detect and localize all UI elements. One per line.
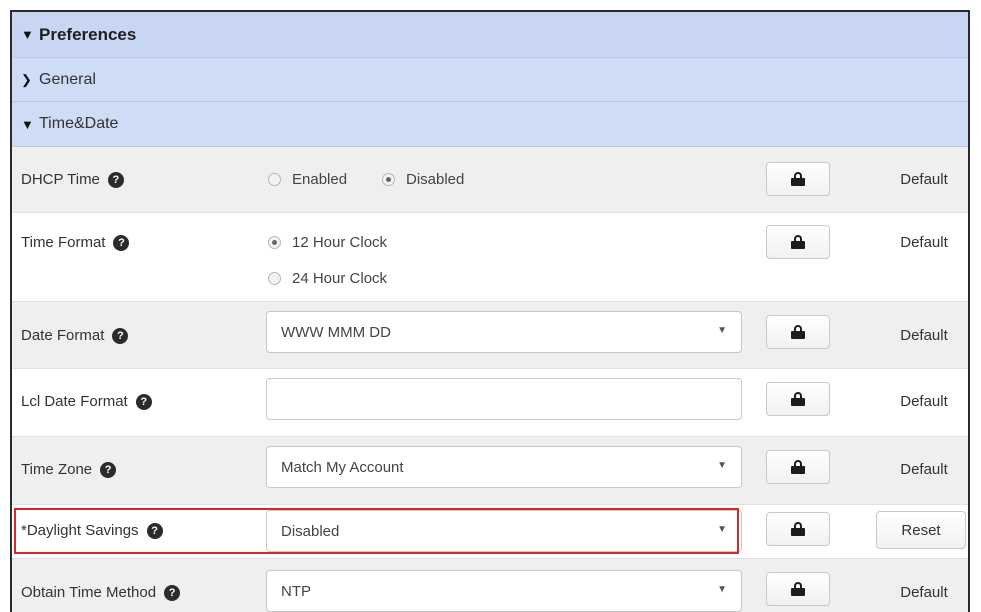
daylight-savings-label: *Daylight Savings ? <box>21 522 163 539</box>
dropdown-arrow-icon: ▼ <box>717 325 727 336</box>
help-icon[interactable]: ? <box>112 327 129 344</box>
help-icon[interactable]: ? <box>107 171 124 188</box>
time-format-row: Time Format ? 12 Hour Clock 24 Hour Cloc… <box>12 213 968 302</box>
time-format-default: Default <box>900 234 948 251</box>
daylight-savings-select[interactable]: Disabled ▼ <box>266 510 742 552</box>
lock-icon <box>791 522 805 536</box>
chevron-down-icon: ▼ <box>21 27 34 42</box>
lcl-date-format-label: Lcl Date Format ? <box>21 393 152 410</box>
help-icon[interactable]: ? <box>146 522 163 539</box>
time-format-24h-radio[interactable]: 24 Hour Clock <box>268 270 387 287</box>
lcl-date-format-lock-button[interactable] <box>766 382 830 416</box>
time-zone-select[interactable]: Match My Account ▼ <box>266 446 742 488</box>
help-icon[interactable]: ? <box>113 234 130 251</box>
lcl-date-format-input[interactable] <box>266 378 742 420</box>
dhcp-time-default: Default <box>900 171 948 188</box>
dropdown-arrow-icon: ▼ <box>717 460 727 471</box>
date-format-lock-button[interactable] <box>766 315 830 349</box>
date-format-row: Date Format ? WWW MMM DD ▼ Default <box>12 302 968 369</box>
time-format-lock-button[interactable] <box>766 225 830 259</box>
dhcp-enabled-radio[interactable]: Enabled <box>268 171 347 188</box>
lcl-date-format-row: Lcl Date Format ? Default <box>12 369 968 437</box>
chevron-down-icon: ▼ <box>21 116 34 132</box>
radio-icon <box>268 272 281 285</box>
preferences-panel: ▼ Preferences ❯ General ▼ Time&Date DHCP… <box>10 10 970 612</box>
preferences-title: Preferences <box>39 24 137 44</box>
dhcp-time-row: DHCP Time ? Enabled Disabled Default <box>12 147 968 213</box>
dhcp-disabled-radio[interactable]: Disabled <box>382 171 464 188</box>
lock-icon <box>791 460 805 474</box>
date-format-label: Date Format ? <box>21 327 129 344</box>
lock-icon <box>791 582 805 596</box>
dhcp-time-label: DHCP Time ? <box>21 171 124 188</box>
help-icon[interactable]: ? <box>135 393 152 410</box>
date-format-select[interactable]: WWW MMM DD ▼ <box>266 311 742 353</box>
preferences-header[interactable]: ▼ Preferences <box>12 12 968 58</box>
radio-icon <box>268 173 281 186</box>
obtain-time-method-label: Obtain Time Method ? <box>21 584 181 601</box>
time-zone-row: Time Zone ? Match My Account ▼ Default <box>12 437 968 505</box>
time-format-12h-radio[interactable]: 12 Hour Clock <box>268 234 387 251</box>
radio-selected-icon <box>268 236 281 249</box>
obtain-time-method-row: Obtain Time Method ? NTP ▼ Default <box>12 559 968 612</box>
help-icon[interactable]: ? <box>100 461 117 478</box>
dropdown-arrow-icon: ▼ <box>717 524 727 535</box>
lock-icon <box>791 172 805 186</box>
time-date-header[interactable]: ▼ Time&Date <box>12 102 968 147</box>
time-zone-lock-button[interactable] <box>766 450 830 484</box>
dhcp-time-lock-button[interactable] <box>766 162 830 196</box>
daylight-savings-lock-button[interactable] <box>766 512 830 546</box>
time-zone-default: Default <box>900 461 948 478</box>
lcl-date-format-default: Default <box>900 393 948 410</box>
radio-selected-icon <box>382 173 395 186</box>
lock-icon <box>791 235 805 249</box>
general-header[interactable]: ❯ General <box>12 58 968 102</box>
date-format-default: Default <box>900 327 948 344</box>
chevron-right-icon: ❯ <box>21 71 32 87</box>
general-title: General <box>39 70 96 88</box>
time-format-label: Time Format ? <box>21 234 130 251</box>
reset-button[interactable]: Reset <box>876 511 966 549</box>
dropdown-arrow-icon: ▼ <box>717 584 727 595</box>
obtain-time-method-default: Default <box>900 584 948 601</box>
time-date-title: Time&Date <box>39 115 119 132</box>
obtain-time-method-lock-button[interactable] <box>766 572 830 606</box>
lock-icon <box>791 392 805 406</box>
daylight-savings-row: *Daylight Savings ? Disabled ▼ Reset <box>12 505 968 559</box>
time-zone-label: Time Zone ? <box>21 461 117 478</box>
obtain-time-method-select[interactable]: NTP ▼ <box>266 570 742 612</box>
help-icon[interactable]: ? <box>164 584 181 601</box>
lock-icon <box>791 325 805 339</box>
